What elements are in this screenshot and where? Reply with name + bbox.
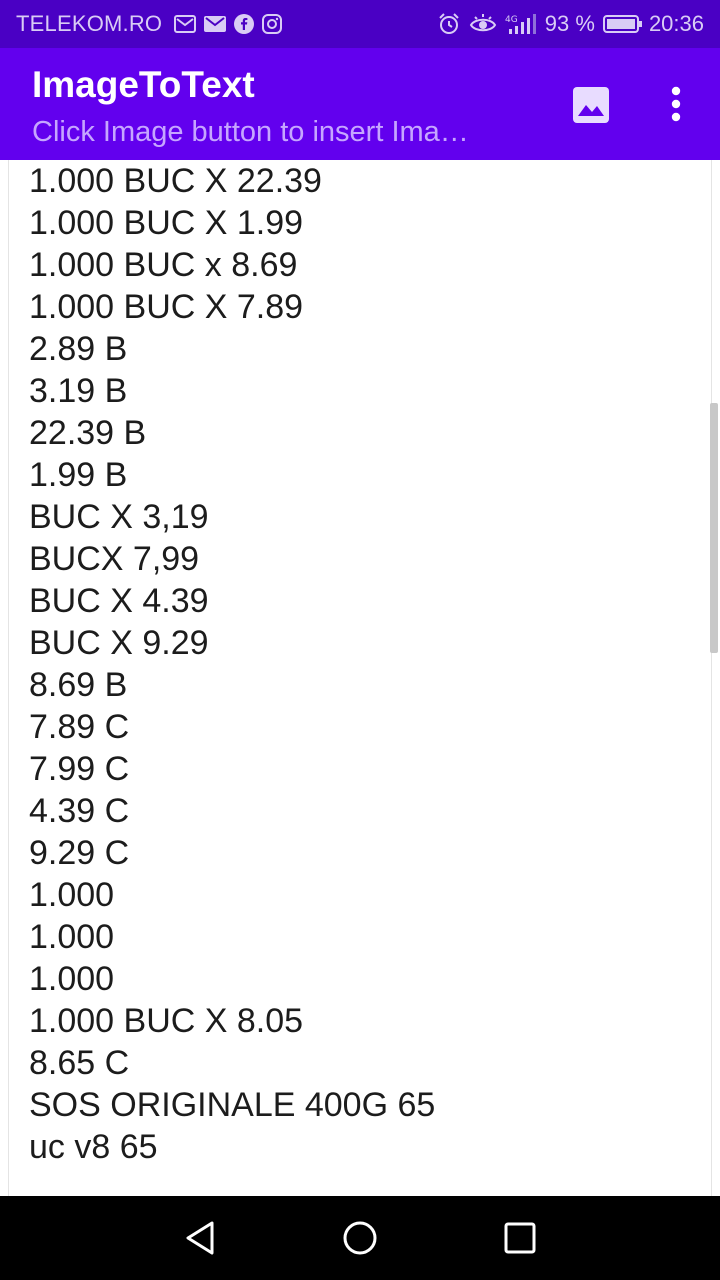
recents-icon: [504, 1222, 536, 1254]
text-line: 8.65 C: [29, 1044, 130, 1082]
carrier-label: TELEKOM.RO: [16, 11, 163, 36]
battery-percent: 93 %: [544, 11, 595, 36]
image-icon: [573, 87, 609, 123]
text-line: 1.000: [29, 876, 115, 914]
more-vert-icon: [671, 86, 681, 122]
text-line: BUC X 9.29: [29, 624, 209, 662]
text-line: 8.69 B: [29, 666, 128, 704]
gallery-mail-icon: [174, 15, 197, 33]
back-icon: [186, 1221, 214, 1255]
app-title: ImageToText: [32, 64, 255, 105]
facebook-icon: [234, 14, 255, 34]
more-options-button[interactable]: [662, 84, 690, 124]
text-line: BUC X 4.39: [29, 582, 209, 620]
signal-4g-icon: 4G: [505, 13, 539, 35]
text-line: SOS ORIGINALE 400G 65: [29, 1086, 436, 1124]
home-icon: [343, 1221, 377, 1255]
text-line: 22.39 B: [29, 414, 147, 452]
text-line: BUC X 3,19: [29, 498, 209, 536]
text-line: 1.000: [29, 960, 115, 998]
app-bar: ImageToText Click Image button to insert…: [0, 48, 720, 160]
text-line: 1.000 BUC X 1.99: [29, 204, 304, 242]
status-left: TELEKOM.RO: [16, 11, 283, 37]
text-line: 9.29 C: [29, 834, 130, 872]
text-line: 1.000 BUC X 22.39: [29, 162, 322, 200]
status-bar: TELEKOM.RO 4G 93 % 20:36: [0, 0, 720, 48]
text-line: 1.000 BUC X 8.05: [29, 1002, 304, 1040]
text-line: 1.000 BUC x 8.69: [29, 246, 298, 284]
text-line: BUCX 7,99: [29, 540, 200, 578]
eye-comfort-icon: [469, 13, 497, 35]
recents-button[interactable]: [500, 1218, 540, 1258]
scrollbar-thumb[interactable]: [710, 403, 718, 653]
text-line: 7.89 C: [29, 708, 130, 746]
instagram-icon: [262, 14, 283, 34]
clock: 20:36: [648, 11, 704, 36]
text-line: 4.39 C: [29, 792, 130, 830]
status-right: 4G 93 % 20:36: [429, 11, 704, 37]
text-line: 1.000: [29, 918, 115, 956]
text-line: 1.99 B: [29, 456, 128, 494]
svg-text:4G: 4G: [505, 15, 518, 25]
recognized-text-lines: 1.000 BUC X 22.39 1.000 BUC X 1.99 1.000 B…: [29, 160, 435, 1168]
text-line: 3.19 B: [29, 372, 128, 410]
text-line: uc v8 65: [29, 1128, 158, 1166]
alarm-icon: [437, 12, 461, 36]
home-button[interactable]: [340, 1218, 380, 1258]
text-line: 2.89 B: [29, 330, 128, 368]
insert-image-button[interactable]: [571, 85, 611, 125]
battery-icon: [602, 14, 643, 34]
text-line: 1.000 BUC X 7.89: [29, 288, 304, 326]
back-button[interactable]: [180, 1218, 220, 1258]
mail-icon: [204, 15, 227, 33]
text-line: 7.99 C: [29, 750, 130, 788]
app-subtitle: Click Image button to insert Ima…: [32, 116, 469, 148]
navigation-bar: [0, 1196, 720, 1280]
recognized-text-area[interactable]: 1.000 BUC X 22.39 1.000 BUC X 1.99 1.000 B…: [8, 160, 712, 1196]
